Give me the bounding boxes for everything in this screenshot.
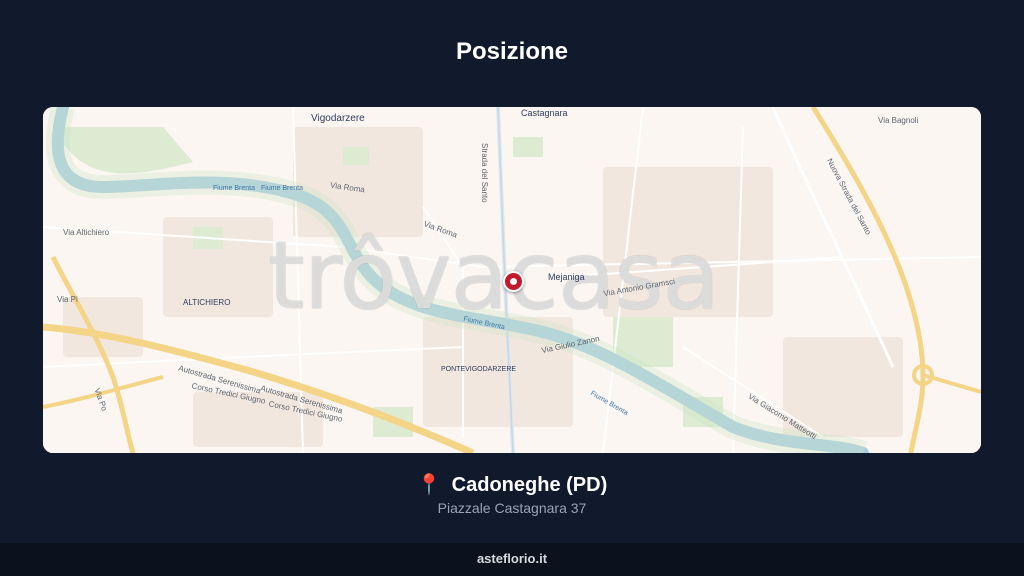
- map-label-strada-del-santo: Strada del Santo: [480, 143, 489, 203]
- page-title: Posizione: [455, 38, 569, 65]
- location-address: Piazzale Castagnara 37: [437, 500, 587, 516]
- location-marker[interactable]: [503, 271, 524, 292]
- map-label-via-pi: Via Pi: [57, 295, 78, 304]
- map-label-vigodarzere: Vigodarzere: [311, 113, 365, 124]
- map-label-via-bagnoli: Via Bagnoli: [878, 116, 919, 125]
- footer-site-name: asteflorio.it: [0, 543, 1024, 576]
- map-label-fiume-brenta: Fiume Brenta: [261, 185, 304, 192]
- map-label-fiume-brenta: Fiume Brenta: [213, 185, 256, 192]
- map-label-via-altichiero: Via Altichiero: [63, 228, 110, 237]
- location-row: 📍 Cadoneghe (PD): [0, 472, 1024, 497]
- map-label-pontevigodarzere: PONTEVIGODARZERE: [441, 366, 517, 373]
- map-label-mejaniga: Mejaniga: [548, 272, 585, 282]
- map-label-castagnara: Castagnara: [521, 108, 568, 118]
- map-pin-icon: 📍: [416, 474, 442, 496]
- location-name: Cadoneghe (PD): [451, 474, 608, 496]
- location-map[interactable]: trôvacasa Vigodarzere Castagnara Mejanig…: [43, 107, 981, 453]
- map-label-altichiero: ALTICHIERO: [183, 298, 231, 307]
- watermark-logo: trôvacasa: [268, 222, 720, 331]
